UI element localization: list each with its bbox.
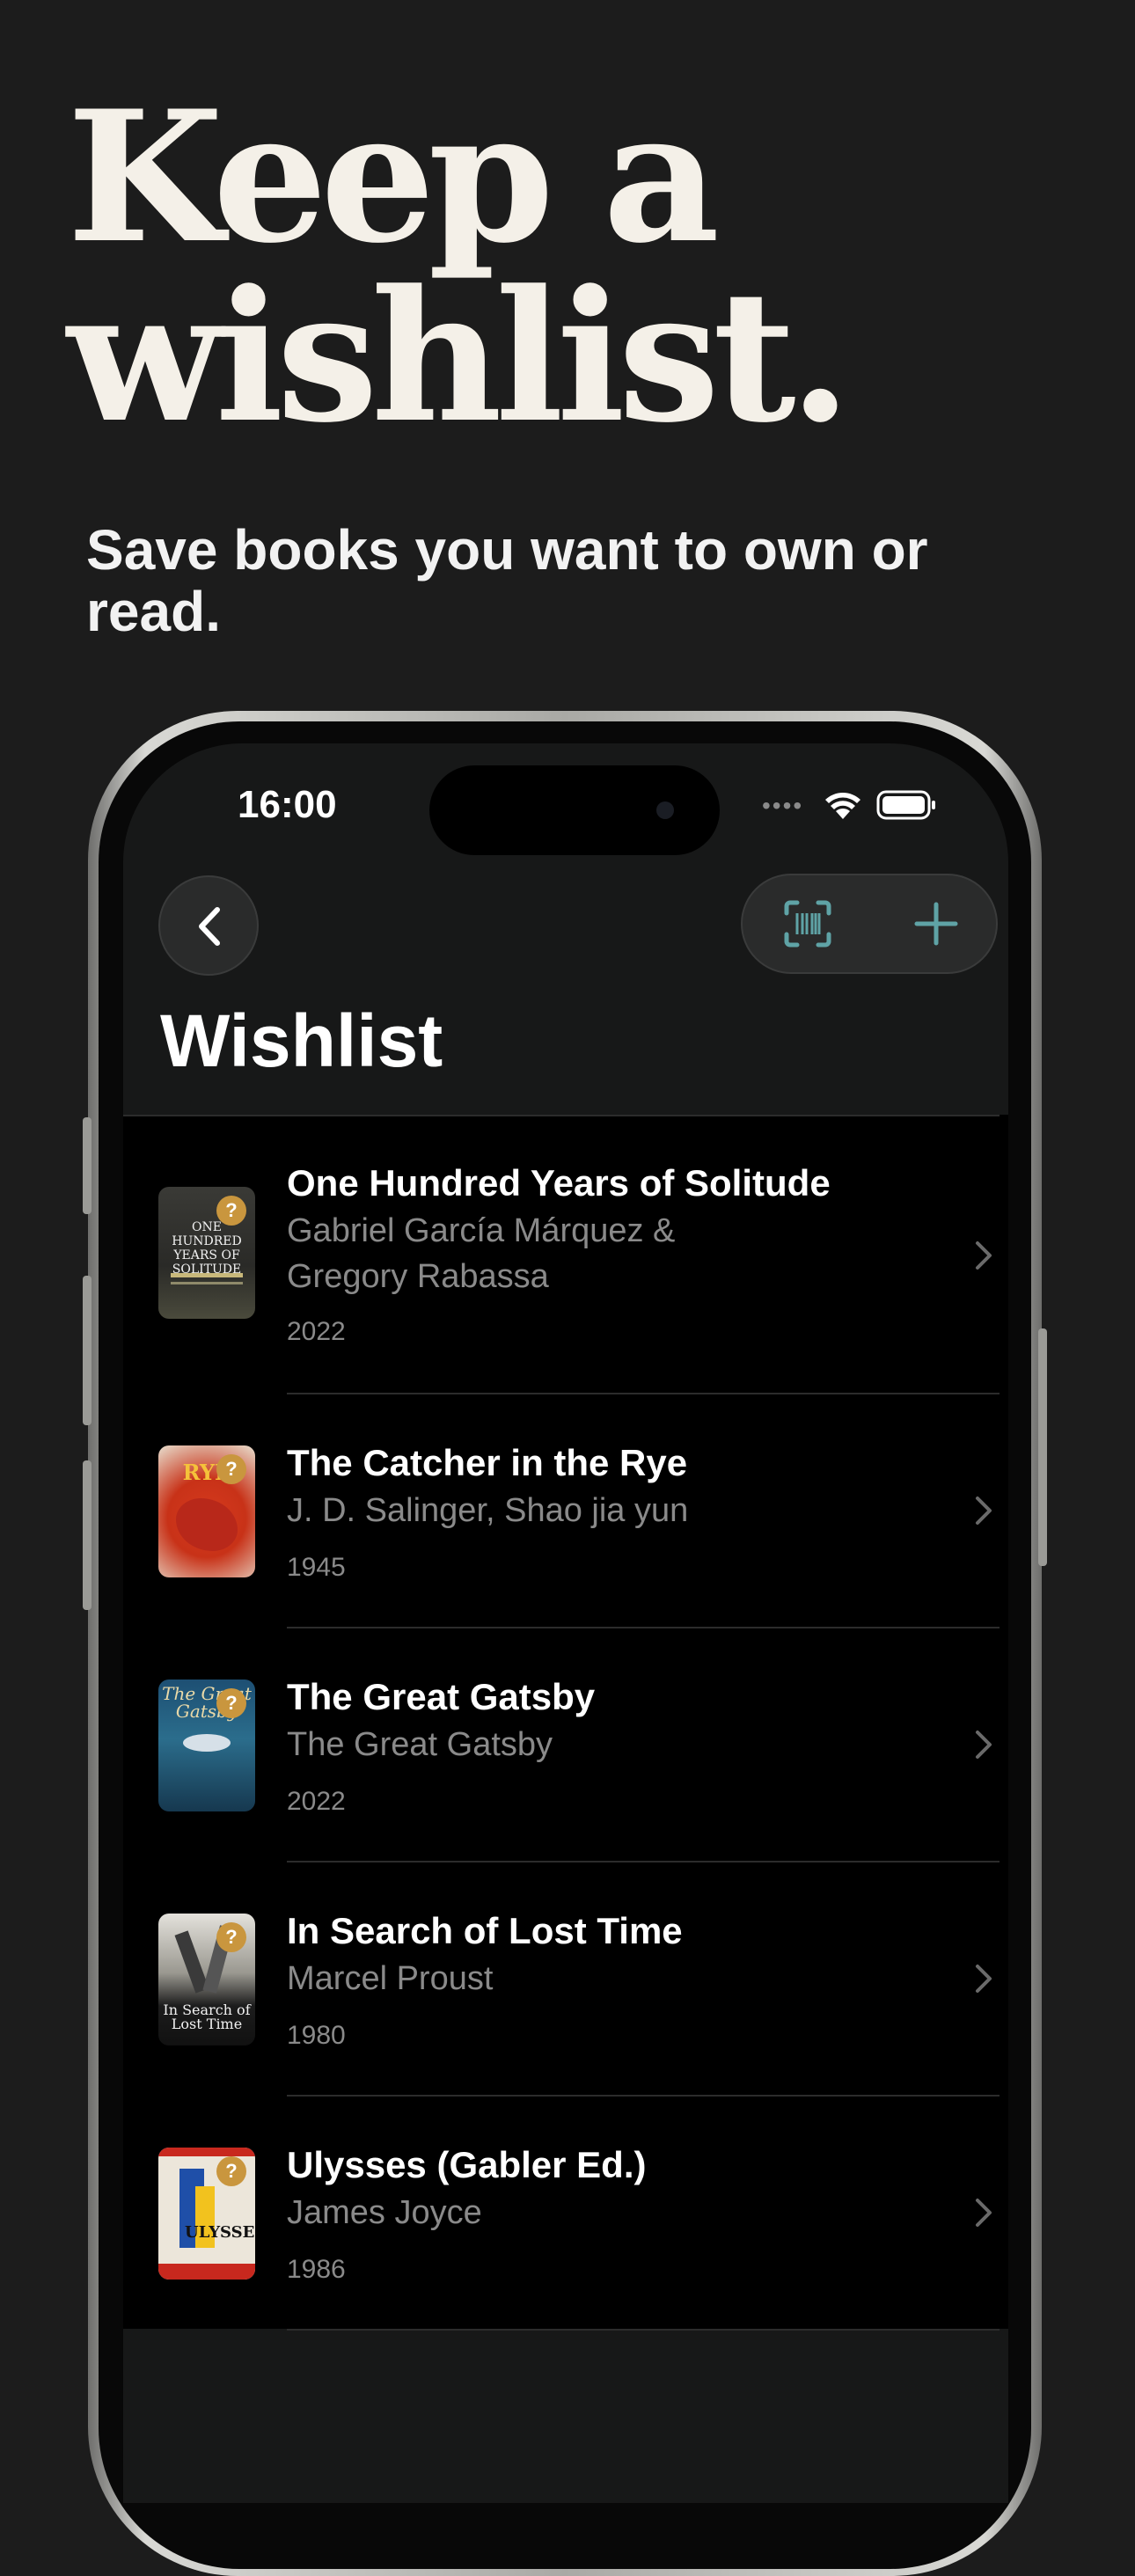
- back-button[interactable]: [158, 875, 259, 976]
- book-author: Marcel Proust: [287, 1960, 494, 1997]
- list-item[interactable]: In Search of Lost Time ? In Search of Lo…: [123, 1862, 1008, 2097]
- book-year: 1986: [287, 2255, 346, 2284]
- book-cover: In Search of Lost Time ?: [158, 1914, 255, 2045]
- list-item[interactable]: ULYSSES ? Ulysses (Gabler Ed.) James Joy…: [123, 2097, 1008, 2331]
- book-year: 2022: [287, 1317, 346, 1346]
- list-item[interactable]: ONE HUNDRED YEARS OF SOLITUDE ? One Hund…: [123, 1115, 1008, 1394]
- side-button-action: [83, 1117, 92, 1214]
- book-title: Ulysses (Gabler Ed.): [287, 2144, 647, 2185]
- list-item[interactable]: The Great Gatsby ? The Great Gatsby The …: [123, 1628, 1008, 1862]
- side-button-volume-down: [83, 1460, 92, 1610]
- unknown-status-badge: ?: [216, 1454, 246, 1484]
- phone-screen: 16:00 •••• Wishlist ONE HUNDRED YEARS OF…: [123, 743, 1008, 2503]
- book-title: The Catcher in the Rye: [287, 1442, 688, 1483]
- camera-icon: [656, 801, 674, 819]
- add-book-button[interactable]: [871, 875, 1000, 972]
- status-icons: ••••: [762, 789, 956, 821]
- book-title: The Great Gatsby: [287, 1676, 596, 1717]
- headline-line-2: wishlist.: [67, 252, 852, 463]
- book-cover: RYE ?: [158, 1445, 255, 1577]
- book-title: One Hundred Years of Solitude: [287, 1162, 831, 1204]
- book-cover: The Great Gatsby ?: [158, 1680, 255, 1811]
- unknown-status-badge: ?: [216, 1688, 246, 1718]
- toolbar-actions: [741, 874, 998, 974]
- promo-headline: Keep a wishlist.: [67, 72, 852, 463]
- chevron-right-icon: [976, 1497, 992, 1525]
- chevron-right-icon: [976, 1731, 992, 1759]
- book-author: Gabriel García Márquez & Gregory Rabassa: [287, 1212, 676, 1295]
- wifi-icon: [825, 793, 860, 819]
- book-author: J. D. Salinger, Shao jia yun: [287, 1492, 689, 1529]
- book-year: 1945: [287, 1553, 346, 1582]
- scan-barcode-button[interactable]: [743, 875, 871, 972]
- book-cover: ONE HUNDRED YEARS OF SOLITUDE ?: [158, 1187, 255, 1319]
- book-year: 2022: [287, 1787, 346, 1816]
- chevron-right-icon: [976, 1965, 992, 1993]
- book-author: James Joyce: [287, 2194, 482, 2231]
- page-title: Wishlist: [160, 999, 443, 1082]
- cover-title: ONE HUNDRED YEARS OF SOLITUDE: [172, 1220, 242, 1277]
- cellular-signal-icon: ••••: [762, 792, 804, 819]
- list-item[interactable]: RYE ? The Catcher in the Rye J. D. Salin…: [123, 1394, 1008, 1628]
- book-author: The Great Gatsby: [287, 1726, 553, 1763]
- divider: [287, 2329, 1000, 2331]
- dynamic-island: [429, 765, 720, 855]
- side-button-power: [1038, 1328, 1047, 1566]
- chevron-left-icon: [199, 907, 220, 946]
- chevron-right-icon: [976, 1241, 992, 1270]
- book-cover: ULYSSES ?: [158, 2148, 255, 2280]
- barcode-scan-icon: [784, 900, 831, 948]
- book-year: 1980: [287, 2021, 346, 2050]
- cover-title: In Search of Lost Time: [163, 2002, 251, 2032]
- side-button-volume-up: [83, 1276, 92, 1425]
- unknown-status-badge: ?: [216, 2156, 246, 2186]
- cover-title: ULYSSES: [185, 2223, 255, 2242]
- plus-icon: [914, 902, 958, 946]
- unknown-status-badge: ?: [216, 1922, 246, 1952]
- promo-subheading: Save books you want to own or read.: [86, 518, 928, 643]
- headline-line-1: Keep a: [67, 72, 720, 283]
- unknown-status-badge: ?: [216, 1196, 246, 1226]
- chevron-right-icon: [976, 2199, 992, 2227]
- wishlist-list: ONE HUNDRED YEARS OF SOLITUDE ? One Hund…: [123, 1115, 1008, 2331]
- book-title: In Search of Lost Time: [287, 1910, 683, 1951]
- status-time: 16:00: [238, 783, 337, 826]
- battery-icon: [876, 790, 935, 820]
